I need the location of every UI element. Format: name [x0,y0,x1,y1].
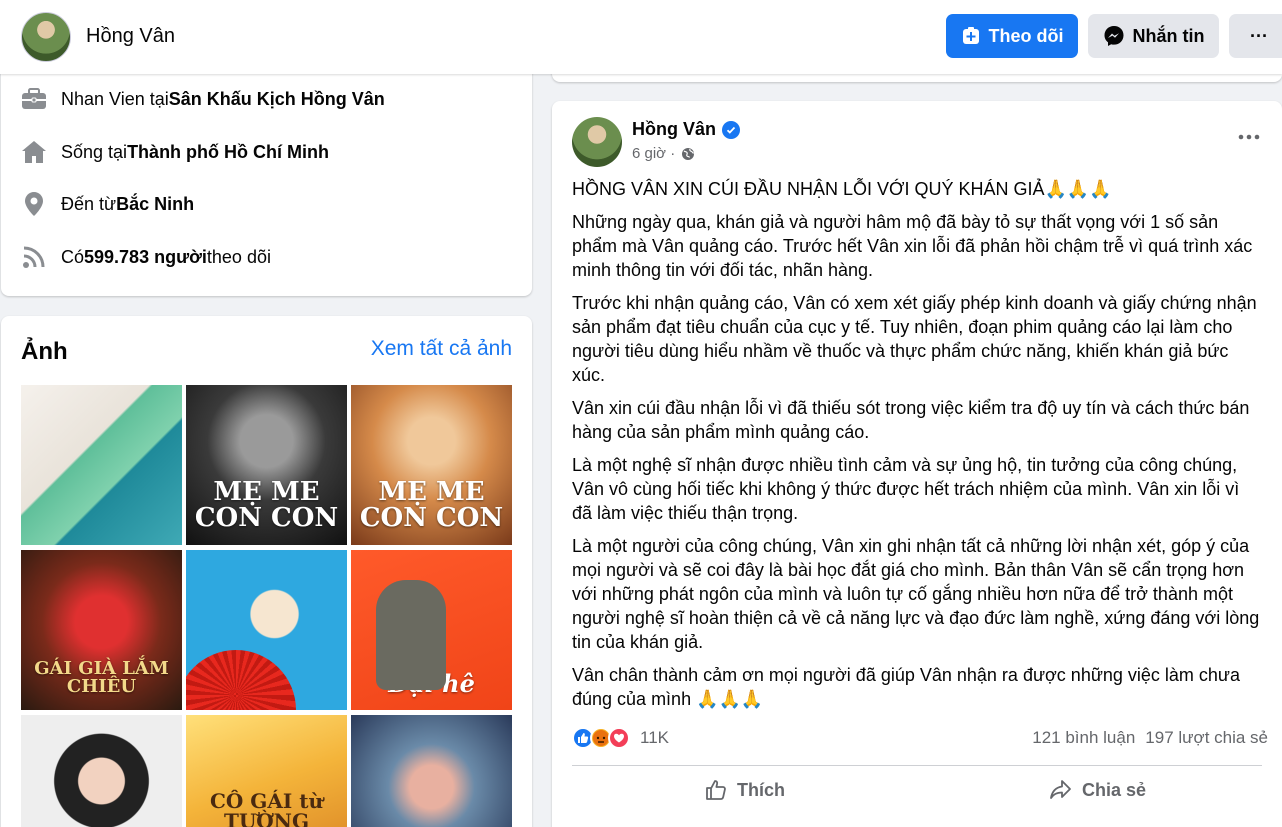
home-icon [21,139,47,165]
more-horizontal-icon [1238,134,1260,140]
post-author-avatar[interactable] [572,117,622,167]
post-paragraph: Trước khi nhận quảng cáo, Vân có xem xét… [572,293,1257,385]
follow-button[interactable]: Theo dõi [946,14,1078,58]
photo-caption: MẸ ME CON CON [194,477,339,533]
photo-thumbnail[interactable] [186,550,347,710]
photo-thumbnail[interactable]: Đại hê [351,550,512,710]
photos-title: Ảnh [21,338,68,365]
profile-header-bar: Hồng Vân Theo dõi Nhắn tin ··· [0,0,1282,74]
photo-thumbnail[interactable]: CÔ GÁI từ TƯỜNG [186,715,347,827]
intro-from: Đến từ Bắc Ninh [21,191,194,217]
more-label: ··· [1250,25,1268,46]
photo-thumbnail[interactable]: MẸ ME CON CON [186,385,347,545]
photo-thumbnail[interactable] [21,715,182,827]
post-meta: 6 giờ · [632,145,695,162]
from-place[interactable]: Bắc Ninh [116,194,194,215]
followers-suffix: theo dõi [206,246,271,267]
post-author-name[interactable]: Hồng Vân [632,119,716,140]
follow-icon [961,26,981,46]
share-button[interactable]: Chia sẻ [1048,779,1146,801]
globe-icon [681,147,695,161]
love-reaction-icon [608,727,630,749]
like-button[interactable]: Thích [705,779,785,801]
like-label: Thích [737,779,785,800]
post-options-button[interactable] [1238,127,1260,145]
verified-badge-icon [722,120,740,139]
photo-thumbnail[interactable]: MẸ ME CON CON [351,385,512,545]
lives-prefix: Sống tại [61,141,128,162]
photo-thumbnail[interactable] [351,715,512,827]
intro-card: Nhan Vien tại Sân Khấu Kịch Hồng Vân Sốn… [1,60,532,296]
post-card: Hồng Vân 6 giờ · HỒNG VÂN XIN CÚI ĐẦU NH… [552,101,1282,827]
comment-count-link[interactable]: 121 bình luận [1032,728,1135,747]
photo-caption: MẸ ME CON CON [359,477,504,533]
photo-thumbnail[interactable]: GÁI GIÀ LẮM CHIÊU [21,550,182,710]
reactions-summary[interactable]: 11K [572,727,669,749]
post-paragraph: Là một nghệ sĩ nhận được nhiều tình cảm … [572,455,1240,523]
thumbs-up-icon [705,779,727,801]
share-icon [1048,779,1072,801]
intro-lives: Sống tại Thành phố Hồ Chí Minh [21,139,329,165]
photo-thumbnail[interactable] [21,385,182,545]
work-place[interactable]: Sân Khấu Kịch Hồng Vân [169,89,385,110]
intro-followers: Có 599.783 người theo dõi [21,244,271,270]
divider [572,765,1262,766]
post-timestamp[interactable]: 6 giờ · [632,145,675,162]
post-stats: 121 bình luận 197 lượt chia sẻ [1032,728,1268,748]
followers-count[interactable]: 599.783 người [84,247,207,268]
more-options-button[interactable]: ··· [1229,14,1282,58]
post-author: Hồng Vân [632,119,740,140]
reaction-count: 11K [640,728,669,747]
profile-name[interactable]: Hồng Vân [86,25,175,48]
post-paragraph: Vân xin cúi đầu nhận lỗi vì đã thiếu sót… [572,398,1250,442]
post-paragraph: HỒNG VÂN XIN CÚI ĐẦU NHẬN LỖI VỚI QUÝ KH… [572,179,1112,199]
share-label: Chia sẻ [1082,779,1147,800]
photo-caption: CÔ GÁI từ TƯỜNG [210,789,323,827]
share-count-link[interactable]: 197 lượt chia sẻ [1145,728,1268,747]
messenger-icon [1103,25,1125,47]
see-all-photos-link[interactable]: Xem tất cả ảnh [371,337,512,361]
from-prefix: Đến từ [61,193,117,214]
post-paragraph: Những ngày qua, khán giả và người hâm mộ… [572,212,1253,280]
intro-work: Nhan Vien tại Sân Khấu Kịch Hồng Vân [21,86,385,112]
followers-prefix: Có [61,246,85,267]
post-paragraph: Là một người của công chúng, Vân xin ghi… [572,536,1260,652]
work-prefix: Nhan Vien tại [61,88,169,109]
message-button[interactable]: Nhắn tin [1088,14,1219,58]
location-pin-icon [21,191,47,217]
lives-place[interactable]: Thành phố Hồ Chí Minh [127,142,329,163]
post-paragraph: Vân chân thành cảm ơn mọi người đã giúp … [572,665,1240,709]
profile-avatar[interactable] [21,12,71,62]
post-body: HỒNG VÂN XIN CÚI ĐẦU NHẬN LỖI VỚI QUÝ KH… [572,177,1262,720]
briefcase-icon [21,86,47,112]
follow-label: Theo dõi [988,25,1064,46]
photos-card: Ảnh Xem tất cả ảnh MẸ ME CON CON MẸ ME C… [1,316,532,827]
photo-caption: GÁI GIÀ LẮM CHIÊU [34,658,169,697]
rss-icon [21,244,47,270]
message-label: Nhắn tin [1132,25,1205,46]
